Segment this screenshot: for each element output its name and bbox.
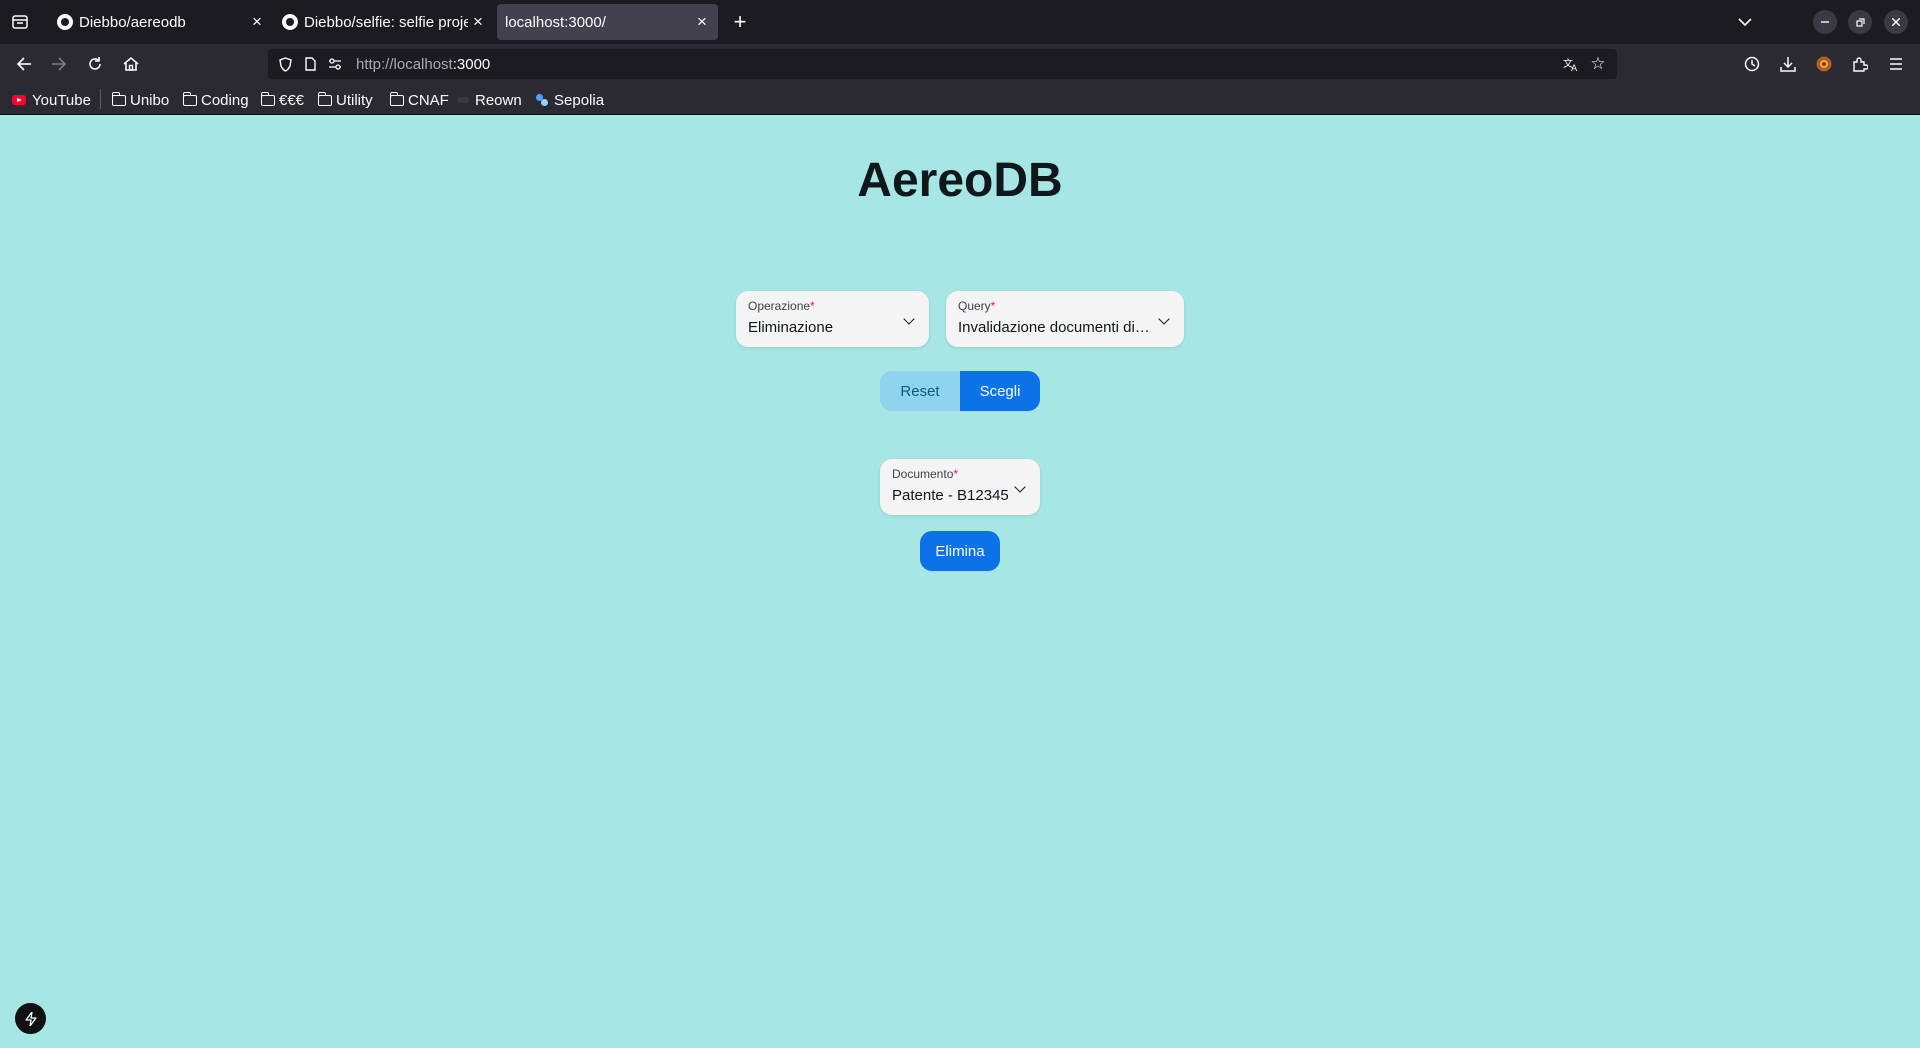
tab-diebbo-aereodb[interactable]: Diebbo/aereodb × xyxy=(45,4,267,40)
required-mark: * xyxy=(990,299,996,313)
list-tabs-icon[interactable] xyxy=(1733,10,1757,34)
page-info-icon[interactable] xyxy=(301,55,319,73)
query-value: Invalidazione documenti di i... xyxy=(958,319,1150,336)
documento-select[interactable]: Documento* Patente - B12345 xyxy=(880,459,1040,515)
bookmark-label: Utility xyxy=(336,91,373,109)
bookmark-folder-utility[interactable]: Utility xyxy=(317,90,373,110)
back-icon[interactable] xyxy=(12,52,36,76)
tab-title: Diebbo/aereodb xyxy=(79,13,186,31)
scegli-button[interactable]: Scegli xyxy=(960,371,1040,411)
url-port: :3000 xyxy=(452,56,491,73)
chevron-down-icon xyxy=(1158,313,1170,325)
tab-bar: Diebbo/aereodb × Diebbo/selfie: selfie p… xyxy=(0,0,1920,44)
required-mark: * xyxy=(810,299,815,313)
nextjs-dev-indicator-icon[interactable] xyxy=(15,1003,46,1034)
bookmark-folder-coding[interactable]: Coding xyxy=(182,90,249,110)
bookmark-label: Unibo xyxy=(130,91,170,109)
bookmark-label: Reown xyxy=(475,91,522,109)
close-tab-icon[interactable]: × xyxy=(468,12,488,32)
tab-diebbo-selfie[interactable]: Diebbo/selfie: selfie project × xyxy=(270,4,488,40)
documento-value: Patente - B12345 xyxy=(892,487,1009,504)
operazione-label: Operazione* xyxy=(748,299,815,313)
bookmark-label: Coding xyxy=(201,91,249,109)
chevron-down-icon xyxy=(903,313,915,325)
url-bar[interactable]: http://localhost:3000 文A ☆ xyxy=(268,49,1617,79)
tab-title: localhost:3000/ xyxy=(505,13,606,31)
operazione-select[interactable]: Operazione* Eliminazione xyxy=(736,291,929,347)
page-title: AereoDB xyxy=(857,154,1063,207)
folder-icon xyxy=(389,91,404,106)
shield-icon[interactable] xyxy=(276,55,294,73)
downloads-icon[interactable] xyxy=(1776,52,1800,76)
navigation-bar: http://localhost:3000 文A ☆ xyxy=(0,44,1920,84)
minimize-icon[interactable] xyxy=(1813,10,1837,34)
reload-icon[interactable] xyxy=(83,52,107,76)
close-tab-icon[interactable]: × xyxy=(247,12,267,32)
page-content: AereoDB Operazione* Eliminazione Query* … xyxy=(0,115,1920,1048)
folder-icon xyxy=(317,91,332,106)
permissions-icon[interactable] xyxy=(326,55,344,73)
menu-icon[interactable] xyxy=(1884,52,1908,76)
new-tab-icon[interactable]: + xyxy=(728,9,752,34)
bookmark-label: Sepolia xyxy=(554,91,605,109)
bookmark-label: YouTube xyxy=(32,91,91,109)
required-mark: * xyxy=(953,467,959,481)
sepolia-icon xyxy=(536,94,548,106)
query-label-text: Query xyxy=(958,299,991,313)
bookmark-youtube[interactable]: YouTube xyxy=(12,90,91,110)
elimina-button[interactable]: Elimina xyxy=(920,531,1000,571)
folder-icon xyxy=(260,91,275,106)
extensions-icon[interactable] xyxy=(1848,52,1872,76)
bookmark-sepolia[interactable]: Sepolia xyxy=(536,90,604,110)
folder-icon xyxy=(111,91,126,106)
bookmark-folder-cnaf[interactable]: CNAF xyxy=(389,90,449,110)
documento-label: Documento* xyxy=(892,467,958,481)
reset-button[interactable]: Reset xyxy=(880,371,960,411)
youtube-icon xyxy=(12,95,26,105)
bookmark-reown[interactable]: Reown xyxy=(457,90,522,110)
reown-icon xyxy=(457,97,469,103)
operazione-label-text: Operazione xyxy=(748,299,811,313)
github-icon xyxy=(57,14,73,30)
folder-icon xyxy=(182,91,197,106)
documento-label-text: Documento xyxy=(892,467,954,481)
restore-icon[interactable] xyxy=(1848,10,1872,34)
query-select[interactable]: Query* Invalidazione documenti di i... xyxy=(946,291,1184,347)
operazione-value: Eliminazione xyxy=(748,319,834,336)
query-label: Query* xyxy=(958,299,995,313)
tab-localhost[interactable]: localhost:3000/ × xyxy=(497,4,718,40)
tab-title: Diebbo/selfie: selfie project xyxy=(304,13,468,31)
bookmark-separator xyxy=(100,89,101,109)
forward-icon xyxy=(47,52,71,76)
close-tab-icon[interactable]: × xyxy=(692,12,712,32)
history-icon[interactable] xyxy=(1740,52,1764,76)
home-icon[interactable] xyxy=(119,52,143,76)
url-text[interactable]: http://localhost:3000 xyxy=(356,56,490,73)
bookmark-label: CNAF xyxy=(408,91,449,109)
close-window-icon[interactable] xyxy=(1884,10,1908,34)
firefox-view-icon[interactable] xyxy=(8,12,32,32)
bookmark-folder-unibo[interactable]: Unibo xyxy=(111,90,170,110)
chevron-down-icon xyxy=(1014,481,1026,493)
bookmark-folder-euro[interactable]: €€€ xyxy=(260,90,305,110)
bookmark-label: €€€ xyxy=(279,91,305,109)
translate-icon[interactable]: 文A xyxy=(1562,55,1580,73)
svg-text:A: A xyxy=(1571,64,1578,72)
github-icon xyxy=(282,14,298,30)
url-host: http://localhost xyxy=(356,56,453,73)
account-avatar-icon[interactable] xyxy=(1812,52,1836,76)
bookmark-star-icon[interactable]: ☆ xyxy=(1588,54,1608,74)
bookmarks-toolbar: YouTube Unibo Coding €€€ Utility CNAF Re… xyxy=(0,84,1920,115)
